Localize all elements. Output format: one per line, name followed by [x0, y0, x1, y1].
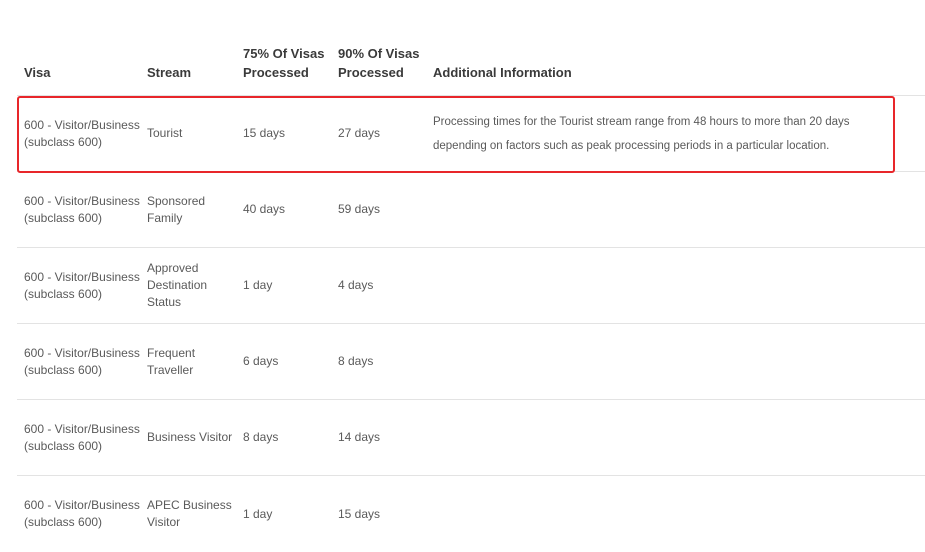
- stream-cell: Approved Destination Status: [147, 261, 208, 309]
- table-row: 600 - Visitor/Business (subclass 600) To…: [17, 96, 925, 172]
- p90-cell: 4 days: [338, 278, 374, 292]
- stream-cell: Business Visitor: [147, 430, 233, 444]
- p75-cell: 1 day: [243, 506, 273, 521]
- visa-cell: 600 - Visitor/Business (subclass 600): [24, 117, 140, 149]
- processing-times-table: Visa Stream 75% Of Visas Processed 90% O…: [17, 0, 925, 552]
- table-row: 600 - Visitor/Business (subclass 600) Fr…: [17, 324, 925, 400]
- table-row: 600 - Visitor/Business (subclass 600) AP…: [17, 476, 925, 552]
- stream-cell: Sponsored Family: [147, 193, 206, 225]
- visa-cell: 600 - Visitor/Business (subclass 600): [24, 421, 140, 453]
- visa-cell: 600 - Visitor/Business (subclass 600): [24, 193, 140, 225]
- p75-cell: 15 days: [243, 126, 286, 140]
- stream-cell: Tourist: [147, 126, 183, 140]
- table-header-row: Visa Stream 75% Of Visas Processed 90% O…: [17, 0, 925, 96]
- header-90-percent: 90% Of Visas Processed: [338, 46, 420, 80]
- visa-cell: 600 - Visitor/Business (subclass 600): [24, 269, 140, 301]
- p75-cell: 6 days: [243, 354, 279, 368]
- p75-cell: 1 day: [243, 278, 273, 292]
- header-stream: Stream: [147, 65, 192, 80]
- table-row: 600 - Visitor/Business (subclass 600) Bu…: [17, 400, 925, 476]
- p75-cell: 40 days: [243, 202, 286, 216]
- stream-cell: APEC Business Visitor: [147, 498, 232, 529]
- p90-cell: 59 days: [338, 202, 381, 216]
- stream-cell: Frequent Traveller: [147, 345, 196, 377]
- header-75-percent: 75% Of Visas Processed: [243, 46, 325, 80]
- header-additional-information: Additional Information: [433, 65, 572, 80]
- visa-cell: 600 - Visitor/Business (subclass 600): [24, 345, 140, 377]
- p90-cell: 14 days: [338, 430, 381, 444]
- p90-cell: 8 days: [338, 354, 374, 368]
- p90-cell: 27 days: [338, 126, 381, 140]
- p75-cell: 8 days: [243, 430, 279, 444]
- table-row: 600 - Visitor/Business (subclass 600) Sp…: [17, 172, 925, 248]
- p90-cell: 15 days: [338, 506, 381, 521]
- header-visa: Visa: [24, 65, 51, 80]
- additional-info-cell: Processing times for the Tourist stream …: [433, 115, 850, 152]
- table-row: 600 - Visitor/Business (subclass 600) Ap…: [17, 248, 925, 324]
- visa-cell: 600 - Visitor/Business (subclass 600): [24, 498, 140, 529]
